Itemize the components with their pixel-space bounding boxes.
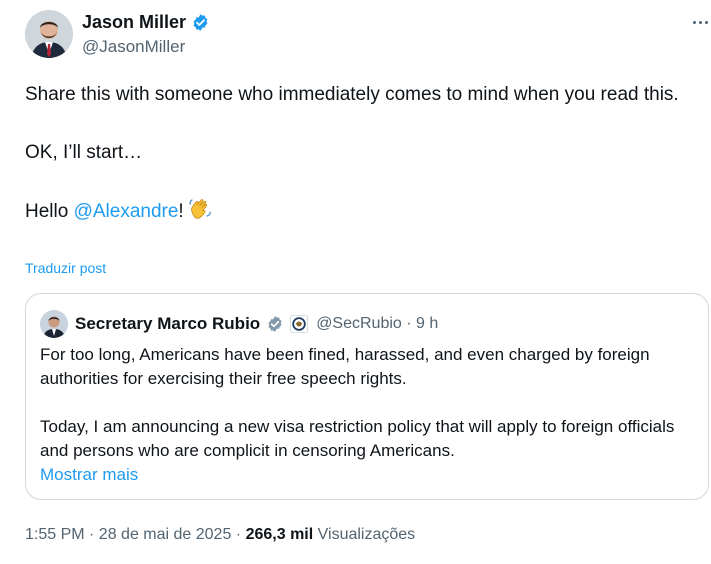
post-line-3: Hello @Alexandre! xyxy=(25,196,705,226)
translate-post-link[interactable]: Traduzir post xyxy=(25,260,106,276)
quoted-post[interactable]: Secretary Marco Rubio @SecRubio · 9 h Fo… xyxy=(25,293,709,500)
views-count: 266,3 mil xyxy=(245,526,314,543)
author-name[interactable]: Jason Miller xyxy=(82,12,210,33)
quoted-handle-time[interactable]: @SecRubio · 9 h xyxy=(316,315,438,333)
author-name-text[interactable]: Jason Miller xyxy=(82,12,186,33)
more-dot-icon xyxy=(704,20,708,24)
quoted-paragraph-1: For too long, Americans have been fined,… xyxy=(40,345,650,388)
exclamation-text: ! xyxy=(178,201,184,222)
quoted-paragraph-2: Today, I am announcing a new visa restri… xyxy=(40,417,675,460)
post-line-2: OK, I’ll start… xyxy=(25,142,143,163)
post-metadata: 1:55 PM · 28 de mai de 2025 · 266,3 mil … xyxy=(25,526,415,544)
more-dot-icon xyxy=(698,20,702,24)
gray-verified-badge-icon xyxy=(268,316,282,332)
quoted-post-text: For too long, Americans have been fined,… xyxy=(40,343,700,487)
quoted-author-name[interactable]: Secretary Marco Rubio xyxy=(75,314,260,334)
more-options-button[interactable] xyxy=(692,12,708,32)
show-more-link[interactable]: Mostrar mais xyxy=(40,465,138,484)
author-avatar[interactable] xyxy=(25,10,73,58)
verified-badge-icon xyxy=(193,14,208,31)
quoted-post-header: Secretary Marco Rubio @SecRubio · 9 h xyxy=(40,310,438,338)
quoted-author-avatar[interactable] xyxy=(40,310,68,338)
mention-link[interactable]: @Alexandre xyxy=(74,201,179,222)
post-line-1: Share this with someone who immediately … xyxy=(25,84,679,105)
government-seal-icon xyxy=(290,315,309,333)
post-text: Share this with someone who immediately … xyxy=(25,80,705,226)
author-handle[interactable]: @JasonMiller xyxy=(82,37,185,57)
waving-hand-icon xyxy=(189,199,211,219)
more-dot-icon xyxy=(692,20,696,24)
hello-text: Hello xyxy=(25,201,74,222)
post-timestamp[interactable]: 1:55 PM · 28 de mai de 2025 · xyxy=(25,526,246,543)
views-label: Visualizações xyxy=(313,526,416,543)
